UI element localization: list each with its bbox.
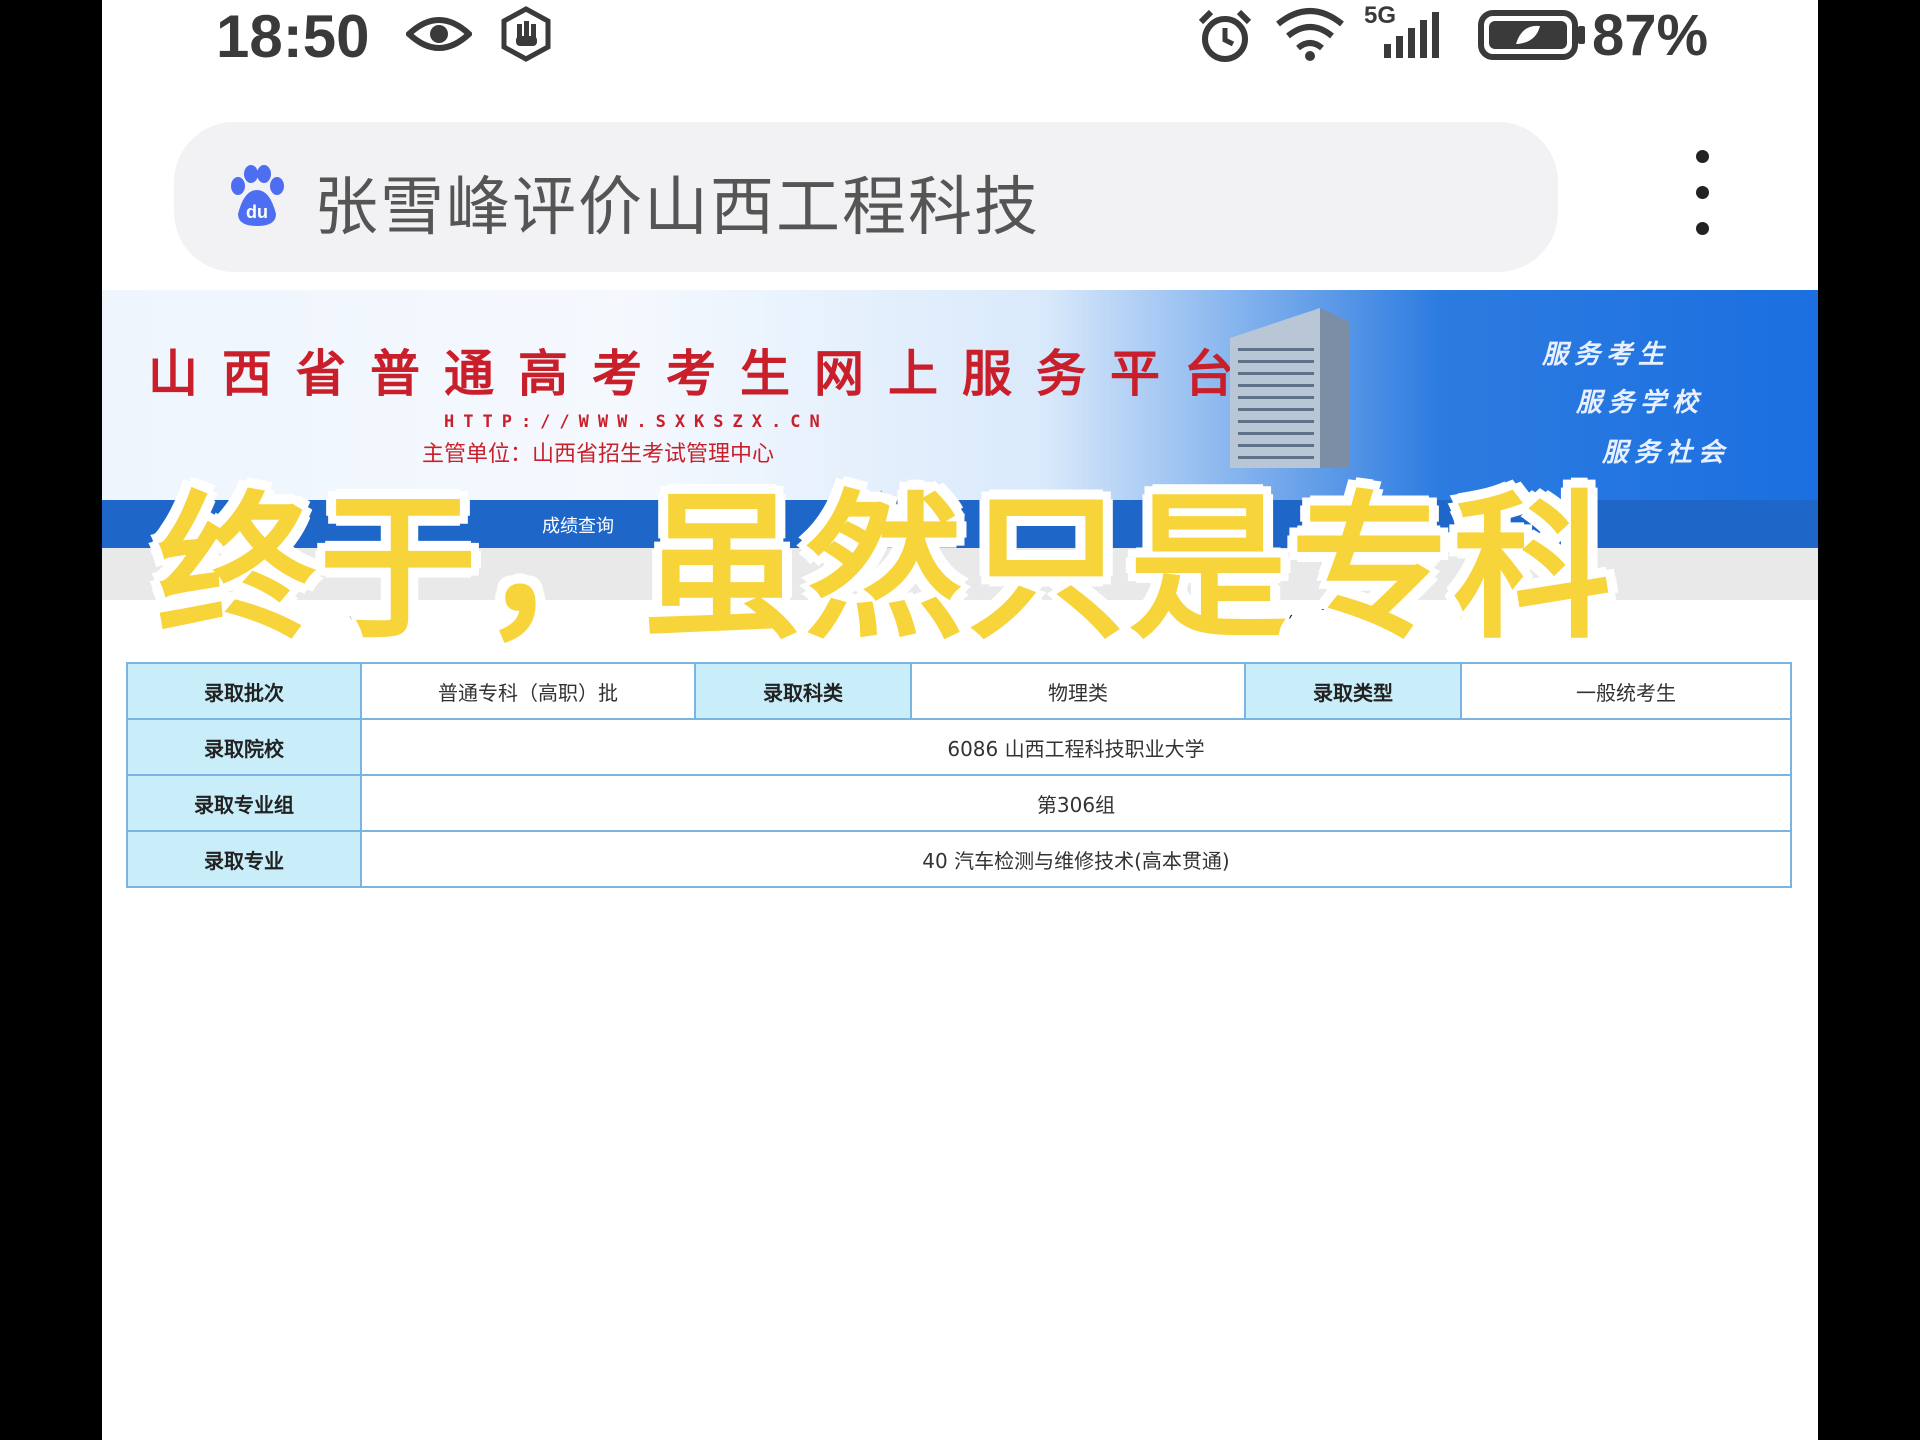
table-row: 录取院校 6086 山西工程科技职业大学 — [126, 718, 1792, 776]
admission-result-table: 录取批次 普通专科（高职）批 录取科类 物理类 录取类型 一般统考生 录取院校 … — [126, 662, 1792, 888]
school-label: 录取院校 — [126, 718, 362, 776]
phone-screen: 18:50 5G 87% du 张雪峰评价山西工程科技 山西省普通高考考生网上服… — [102, 0, 1818, 1440]
major-label: 录取专业 — [126, 830, 362, 888]
battery-percentage: 87% — [1592, 3, 1709, 68]
video-caption: 终于，虽然只是专科 — [154, 474, 1615, 665]
subject-label: 录取科类 — [694, 662, 912, 720]
slogan-1: 服务考生 — [1542, 340, 1671, 370]
slogan-2: 服务学校 — [1576, 388, 1705, 418]
eye-icon — [406, 17, 472, 51]
search-bar[interactable]: du 张雪峰评价山西工程科技 — [174, 122, 1558, 272]
type-value: 一般统考生 — [1460, 662, 1792, 720]
batch-label: 录取批次 — [126, 662, 362, 720]
type-label: 录取类型 — [1244, 662, 1462, 720]
signal-icon — [1384, 12, 1439, 58]
baidu-paw-icon: du — [231, 165, 284, 226]
status-time: 18:50 — [216, 3, 370, 70]
more-vert-icon[interactable] — [1682, 150, 1722, 250]
major-value: 40 汽车检测与维修技术(高本贯通) — [360, 830, 1792, 888]
alarm-icon — [1198, 9, 1252, 62]
battery-icon — [1478, 10, 1585, 60]
site-title: 山西省普通高考考生网上服务平台 — [148, 344, 1258, 403]
group-label: 录取专业组 — [126, 774, 362, 832]
svg-text:du: du — [246, 202, 268, 222]
group-value: 第306组 — [360, 774, 1792, 832]
school-value: 6086 山西工程科技职业大学 — [360, 718, 1792, 776]
wifi-icon — [1276, 8, 1344, 61]
batch-value: 普通专科（高职）批 — [360, 662, 696, 720]
subject-value: 物理类 — [910, 662, 1246, 720]
search-query-text: 张雪峰评价山西工程科技 — [314, 171, 1040, 245]
table-row: 录取批次 普通专科（高职）批 录取科类 物理类 录取类型 一般统考生 — [126, 662, 1792, 720]
table-row: 录取专业组 第306组 — [126, 774, 1792, 832]
slogan-3: 服务社会 — [1602, 438, 1731, 468]
table-row: 录取专业 40 汽车检测与维修技术(高本贯通) — [126, 830, 1792, 888]
hand-icon — [501, 6, 551, 62]
site-url[interactable]: HTTP://WWW.SXKSZX.CN — [444, 412, 829, 432]
status-bar: 18:50 5G 87% — [102, 0, 1818, 72]
